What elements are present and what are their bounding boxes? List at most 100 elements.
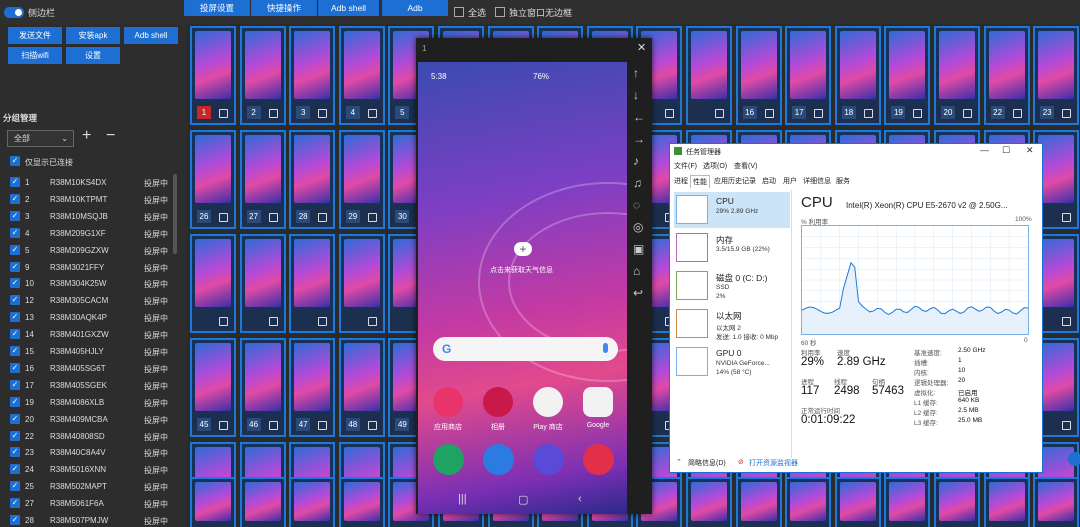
- device-screen-thumb[interactable]: [244, 482, 281, 521]
- device-screen-thumb[interactable]: [988, 482, 1025, 521]
- device-tile[interactable]: 20: [934, 26, 980, 125]
- device-checkbox[interactable]: ✓: [10, 447, 20, 458]
- open-external-icon[interactable]: [219, 213, 228, 222]
- device-checkbox[interactable]: ✓: [10, 261, 20, 272]
- open-external-icon[interactable]: [367, 109, 377, 118]
- tab-performance[interactable]: 性能: [690, 175, 710, 188]
- open-external-icon[interactable]: [814, 109, 824, 118]
- open-external-icon[interactable]: [318, 213, 328, 222]
- device-tile[interactable]: 3: [289, 26, 336, 125]
- google-search-bar[interactable]: G: [433, 337, 618, 361]
- device-screen-thumb[interactable]: [294, 482, 331, 521]
- device-tile[interactable]: 26: [190, 130, 236, 229]
- device-tile[interactable]: 23: [1033, 26, 1080, 125]
- open-external-icon[interactable]: [1062, 421, 1072, 430]
- device-checkbox[interactable]: ✓: [10, 430, 20, 441]
- open-external-icon[interactable]: [219, 317, 228, 326]
- home-key-icon[interactable]: ⌂: [633, 264, 640, 278]
- device-checkbox[interactable]: ✓: [10, 312, 20, 323]
- remove-group-icon[interactable]: −: [106, 128, 115, 144]
- device-screen-thumb[interactable]: [244, 239, 281, 307]
- google-folder-icon[interactable]: [583, 387, 613, 417]
- device-screen-thumb[interactable]: [294, 135, 331, 203]
- device-checkbox[interactable]: ✓: [10, 464, 20, 475]
- device-tile[interactable]: 28: [289, 130, 336, 229]
- device-screen-thumb[interactable]: [195, 482, 231, 521]
- open-external-icon[interactable]: [1062, 213, 1072, 222]
- open-external-icon[interactable]: [219, 421, 228, 430]
- settings-button[interactable]: 设置: [66, 47, 120, 64]
- device-tile[interactable]: [289, 234, 336, 333]
- device-screen-thumb[interactable]: [343, 135, 380, 203]
- arrow-left-icon[interactable]: ←: [633, 110, 645, 124]
- device-tile[interactable]: 4: [338, 26, 385, 125]
- tab-details[interactable]: 详细信息: [801, 175, 833, 187]
- device-screen-thumb[interactable]: [939, 482, 975, 521]
- device-tile[interactable]: [934, 477, 980, 527]
- device-screen-thumb[interactable]: [294, 239, 331, 307]
- device-screen-thumb[interactable]: [294, 31, 331, 99]
- device-tile[interactable]: 16: [735, 26, 782, 125]
- adb-shell-button[interactable]: Adb shell: [124, 27, 178, 44]
- open-external-icon[interactable]: [268, 421, 278, 430]
- device-checkbox[interactable]: ✓: [10, 413, 20, 424]
- minimize-icon[interactable]: —: [980, 145, 989, 155]
- borderless-checkbox[interactable]: [495, 7, 505, 17]
- device-tile[interactable]: 48: [338, 338, 385, 437]
- open-external-icon[interactable]: [268, 109, 278, 118]
- device-tile[interactable]: [338, 477, 385, 527]
- maximize-icon[interactable]: ☐: [1002, 145, 1010, 156]
- device-screen-thumb[interactable]: [1038, 482, 1075, 521]
- device-tile[interactable]: [239, 477, 286, 527]
- device-screen-thumb[interactable]: [1038, 343, 1075, 411]
- weather-text[interactable]: 点击来获取天气信息: [490, 265, 553, 275]
- device-checkbox[interactable]: ✓: [10, 329, 20, 340]
- device-row[interactable]: ✓ 9 R38M3021FFY 投屏中: [0, 259, 180, 276]
- arrow-up-icon[interactable]: ↑: [633, 66, 639, 80]
- close-icon[interactable]: ✕: [637, 41, 646, 54]
- perf-item-cpu[interactable]: CPU 29% 2.89 GHz: [674, 192, 790, 228]
- menu-view[interactable]: 查看(V): [734, 161, 757, 171]
- menu-file[interactable]: 文件(F): [674, 161, 697, 171]
- device-tile[interactable]: 19: [884, 26, 931, 125]
- arrow-right-icon[interactable]: →: [633, 132, 645, 146]
- open-external-icon[interactable]: [1062, 109, 1072, 118]
- browser-icon[interactable]: [533, 444, 564, 475]
- screenshot-icon[interactable]: ◎: [633, 220, 643, 234]
- tab-services[interactable]: 服务: [834, 175, 852, 187]
- device-tile[interactable]: [735, 477, 782, 527]
- device-checkbox[interactable]: ✓: [10, 515, 20, 525]
- device-row[interactable]: ✓ 4 R38M209G1XF 投屏中: [0, 225, 180, 242]
- device-checkbox[interactable]: ✓: [10, 193, 20, 204]
- device-row[interactable]: ✓ 17 R38M405SGEK 投屏中: [0, 377, 180, 394]
- device-row[interactable]: ✓ 20 R38M409MCBA 投屏中: [0, 411, 180, 428]
- device-screen-thumb[interactable]: [195, 239, 231, 307]
- device-row[interactable]: ✓ 3 R38M10MSQJB 投屏中: [0, 208, 180, 225]
- device-checkbox[interactable]: ✓: [10, 481, 20, 492]
- show-connected-checkbox[interactable]: ✓: [10, 156, 20, 166]
- device-screen-thumb[interactable]: [244, 135, 281, 203]
- tab-startup[interactable]: 启动: [760, 175, 778, 187]
- quick-actions-button[interactable]: 快捷操作: [251, 0, 317, 16]
- device-checkbox[interactable]: ✓: [10, 362, 20, 373]
- open-external-icon[interactable]: [863, 109, 873, 118]
- device-row[interactable]: ✓ 15 R38M405HJLY 投屏中: [0, 343, 180, 360]
- tab-app-history[interactable]: 应用历史记录: [712, 175, 758, 187]
- device-checkbox[interactable]: ✓: [10, 379, 20, 390]
- open-external-icon[interactable]: [318, 109, 328, 118]
- device-screen-thumb[interactable]: [790, 482, 827, 521]
- mic-icon[interactable]: [603, 343, 608, 353]
- open-external-icon[interactable]: [268, 317, 278, 326]
- power-icon[interactable]: ◌: [633, 198, 640, 212]
- device-row[interactable]: ✓ 25 R38M502MAPT 投屏中: [0, 478, 180, 495]
- open-external-icon[interactable]: [268, 213, 278, 222]
- device-row[interactable]: ✓ 24 R38M5016XNN 投屏中: [0, 461, 180, 478]
- open-external-icon[interactable]: [715, 109, 724, 118]
- fewer-details-icon[interactable]: ⌃: [676, 458, 682, 466]
- perf-item-ethernet[interactable]: 以太网 以太网 2 发送: 1.0 接收: 0 Mbp: [674, 306, 790, 342]
- device-checkbox[interactable]: ✓: [10, 295, 20, 306]
- open-external-icon[interactable]: [1062, 317, 1072, 326]
- device-checkbox[interactable]: ✓: [10, 210, 20, 221]
- open-external-icon[interactable]: [318, 317, 328, 326]
- device-checkbox[interactable]: ✓: [10, 227, 20, 238]
